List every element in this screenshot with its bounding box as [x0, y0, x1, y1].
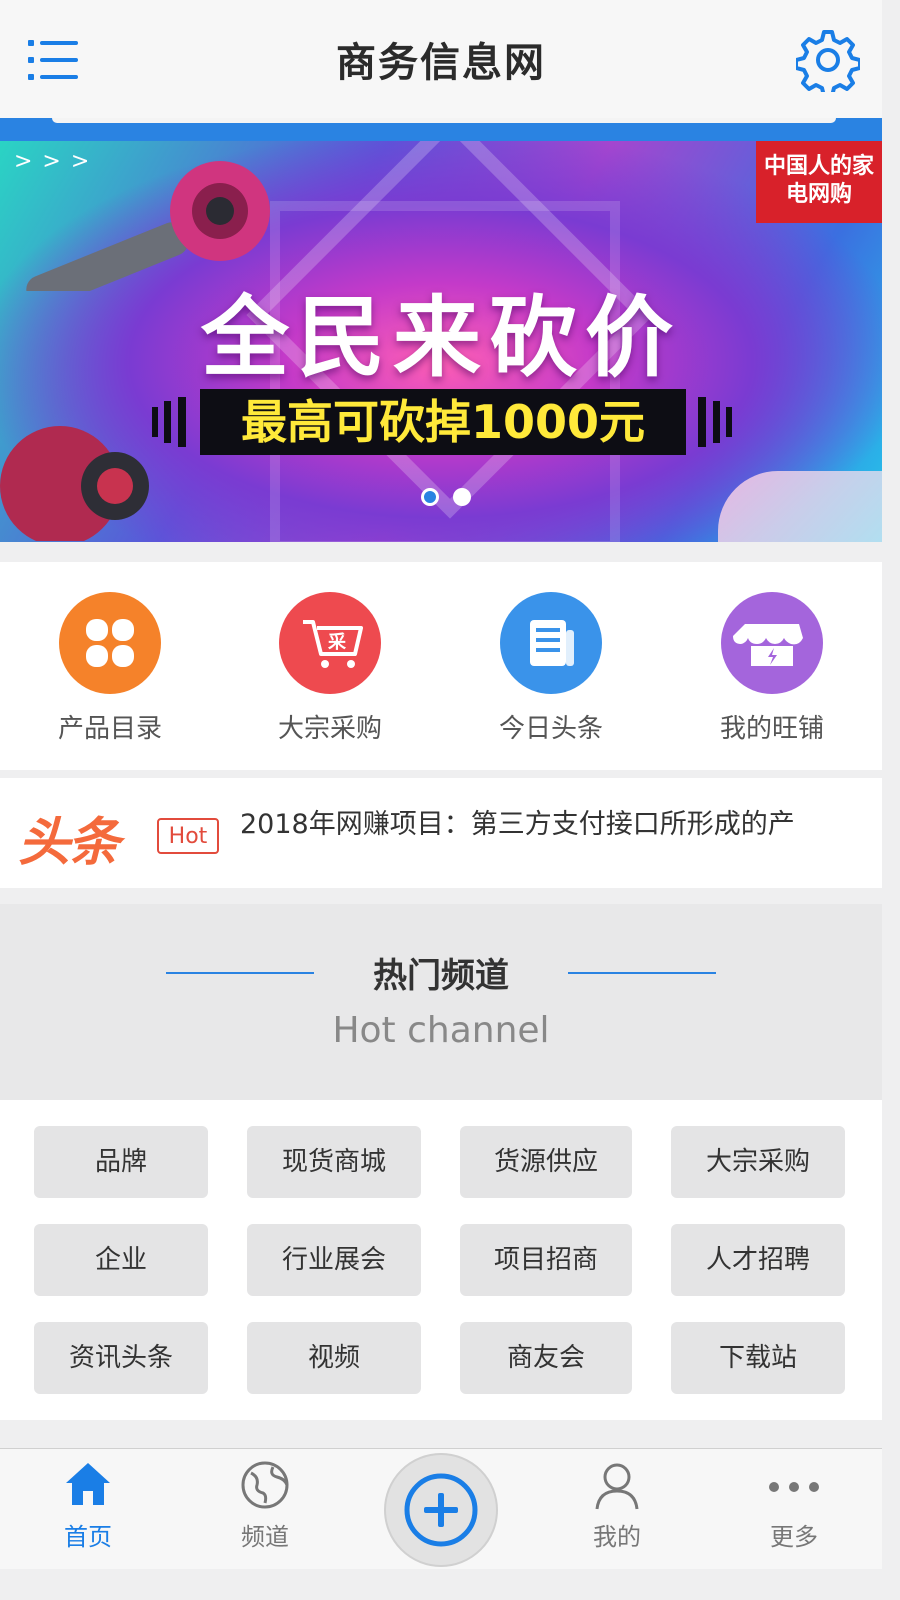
- carousel-dots: [421, 488, 485, 510]
- shortcut-today-news[interactable]: 今日头条: [451, 592, 651, 745]
- banner-top-bar: [0, 118, 882, 142]
- shortcut-product-catalog[interactable]: 产品目录: [10, 592, 210, 745]
- channel-grid: 品牌 现货商城 货源供应 大宗采购 企业 行业展会 项目招商 人才招聘 资讯头条…: [0, 1100, 882, 1420]
- storefront-icon: [721, 592, 823, 694]
- app-header: 商务信息网: [0, 0, 882, 119]
- shortcut-label: 今日头条: [498, 714, 603, 744]
- channel-button[interactable]: 项目招商: [460, 1224, 632, 1296]
- shopping-cart-icon: 采: [279, 592, 381, 694]
- section-title: 热门频道: [373, 956, 509, 996]
- clover-icon: [59, 592, 161, 694]
- carousel-dot-2[interactable]: [453, 488, 471, 506]
- channel-button[interactable]: 视频: [247, 1322, 421, 1394]
- more-dots-icon: [769, 1482, 819, 1492]
- divider: [568, 972, 716, 974]
- banner-headline: 全民来砍价: [200, 286, 681, 389]
- nav-channels[interactable]: 频道: [205, 1459, 325, 1552]
- nav-profile[interactable]: 我的: [557, 1459, 677, 1552]
- gear-icon: [794, 30, 862, 98]
- user-icon: [595, 1463, 639, 1510]
- shortcut-label: 大宗采购: [277, 714, 382, 744]
- channel-button[interactable]: 资讯头条: [34, 1322, 208, 1394]
- settings-button[interactable]: [794, 28, 862, 98]
- channel-button[interactable]: 货源供应: [460, 1126, 632, 1198]
- nav-add-button[interactable]: [384, 1453, 498, 1567]
- shortcut-label: 我的旺铺: [719, 714, 824, 744]
- nav-home[interactable]: 首页: [28, 1459, 148, 1552]
- nav-more[interactable]: 更多: [734, 1459, 854, 1552]
- promo-banner[interactable]: >>> 全民来砍价 最高可砍掉1000元 中国人的家电网购: [0, 141, 882, 542]
- channel-button[interactable]: 企业: [34, 1224, 208, 1296]
- channel-button[interactable]: 现货商城: [247, 1126, 421, 1198]
- headline-logo: 头条: [18, 813, 120, 873]
- channel-button[interactable]: 品牌: [34, 1126, 208, 1198]
- page-title: 商务信息网: [336, 40, 546, 86]
- shortcut-my-store[interactable]: 我的旺铺: [672, 592, 872, 745]
- carousel-dot-1[interactable]: [421, 488, 439, 506]
- hot-channel-header: 热门频道 Hot channel: [0, 904, 882, 1100]
- brand-logo: 中国人的家电网购: [756, 141, 882, 223]
- headline-ticker[interactable]: 头条 Hot 2018年网赚项目：第三方支付接口所形成的产: [0, 778, 882, 888]
- channel-button[interactable]: 商友会: [460, 1322, 632, 1394]
- nav-label: 首页: [64, 1523, 112, 1551]
- plus-circle-icon: [404, 1473, 478, 1547]
- channel-button[interactable]: 下载站: [671, 1322, 845, 1394]
- nav-label: 我的: [593, 1523, 641, 1551]
- channel-button[interactable]: 大宗采购: [671, 1126, 845, 1198]
- svg-text:采: 采: [327, 632, 347, 653]
- shortcut-grid: 产品目录 采 大宗采购 今日头条 我的旺铺: [0, 562, 882, 770]
- vacuum-image: [0, 426, 149, 541]
- shortcut-label: 产品目录: [57, 714, 162, 744]
- channel-button[interactable]: 人才招聘: [671, 1224, 845, 1296]
- headline-text[interactable]: 2018年网赚项目：第三方支付接口所形成的产: [240, 802, 795, 841]
- nav-label: 更多: [770, 1523, 818, 1551]
- globe-icon: [241, 1461, 289, 1509]
- bottom-nav: 首页 频道 我的 更多: [0, 1448, 882, 1569]
- channel-button[interactable]: 行业展会: [247, 1224, 421, 1296]
- home-icon: [66, 1463, 110, 1505]
- nav-label: 频道: [241, 1523, 289, 1551]
- bars-decoration-left: [152, 397, 186, 447]
- banner-subline: 最高可砍掉1000元: [200, 389, 686, 455]
- shortcut-bulk-purchase[interactable]: 采 大宗采购: [230, 592, 430, 745]
- newspaper-icon: [500, 592, 602, 694]
- section-subtitle: Hot channel: [332, 1010, 550, 1051]
- hot-badge: Hot: [157, 818, 219, 854]
- bars-decoration-right: [698, 397, 732, 447]
